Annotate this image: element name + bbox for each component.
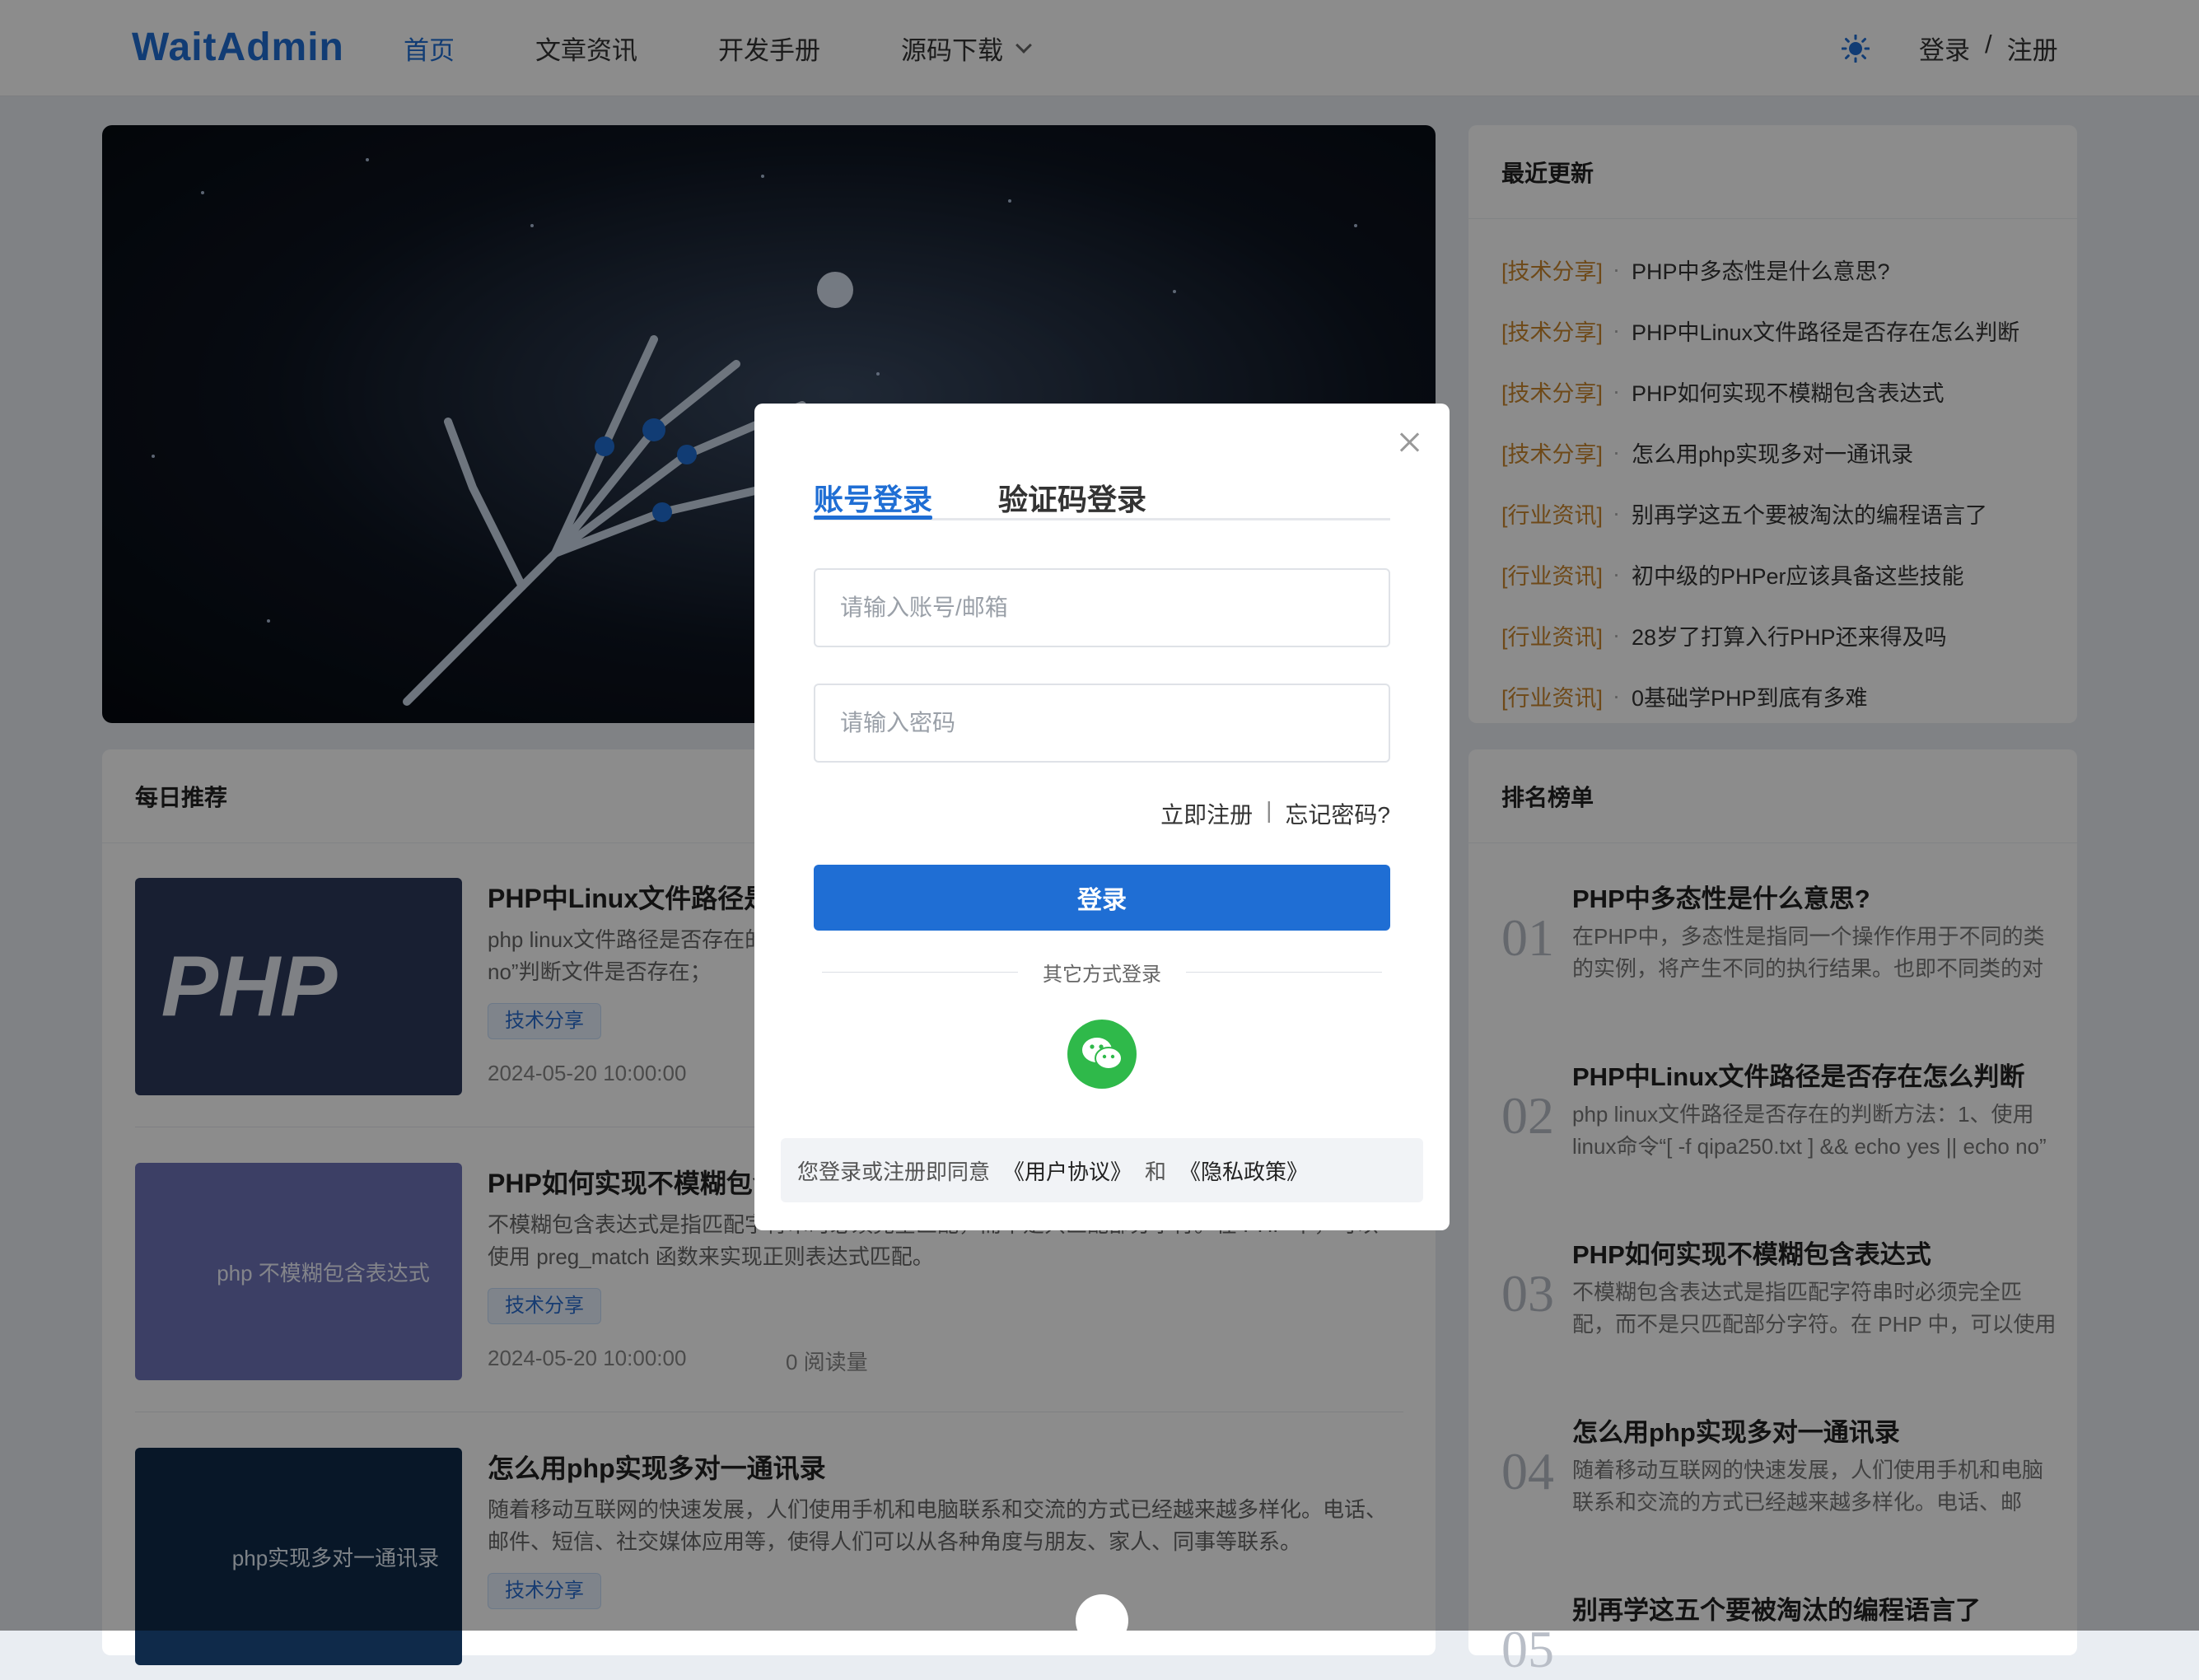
agreement-prefix: 您登录或注册即同意	[797, 1159, 991, 1184]
login-tabs: 账号登录 验证码登录	[814, 476, 1390, 520]
password-input[interactable]	[814, 684, 1390, 763]
tab-code-login[interactable]: 验证码登录	[998, 476, 1146, 519]
register-now-link[interactable]: 立即注册	[1160, 797, 1253, 830]
agreement-and: 和	[1145, 1159, 1167, 1184]
wechat-login-button[interactable]	[1067, 1020, 1137, 1089]
tab-account-login[interactable]: 账号登录	[814, 476, 932, 519]
agreement-notice: 您登录或注册即同意 《用户协议》 和 《隐私政策》	[781, 1138, 1423, 1202]
other-login-divider: 其它方式登录	[822, 955, 1382, 988]
scroll-to-top-button[interactable]	[1076, 1594, 1128, 1647]
divider-line	[1186, 971, 1382, 973]
auth-helper-links: 立即注册 | 忘记密码?	[1160, 797, 1390, 830]
other-login-label: 其它方式登录	[1043, 963, 1161, 986]
forgot-password-link[interactable]: 忘记密码?	[1285, 797, 1390, 830]
privacy-policy-link[interactable]: 《隐私政策》	[1179, 1155, 1308, 1186]
active-tab-indicator	[814, 516, 932, 520]
wechat-icon	[1082, 1038, 1123, 1070]
login-button[interactable]: 登录	[814, 865, 1390, 931]
divider-line	[822, 971, 1018, 973]
close-icon[interactable]	[1395, 428, 1423, 456]
link-separator: |	[1266, 797, 1272, 823]
login-modal: 账号登录 验证码登录 立即注册 | 忘记密码? 登录 其它方式登录 您登录或注册…	[754, 404, 1450, 1230]
user-agreement-link[interactable]: 《用户协议》	[1003, 1155, 1132, 1186]
account-input[interactable]	[814, 568, 1390, 647]
